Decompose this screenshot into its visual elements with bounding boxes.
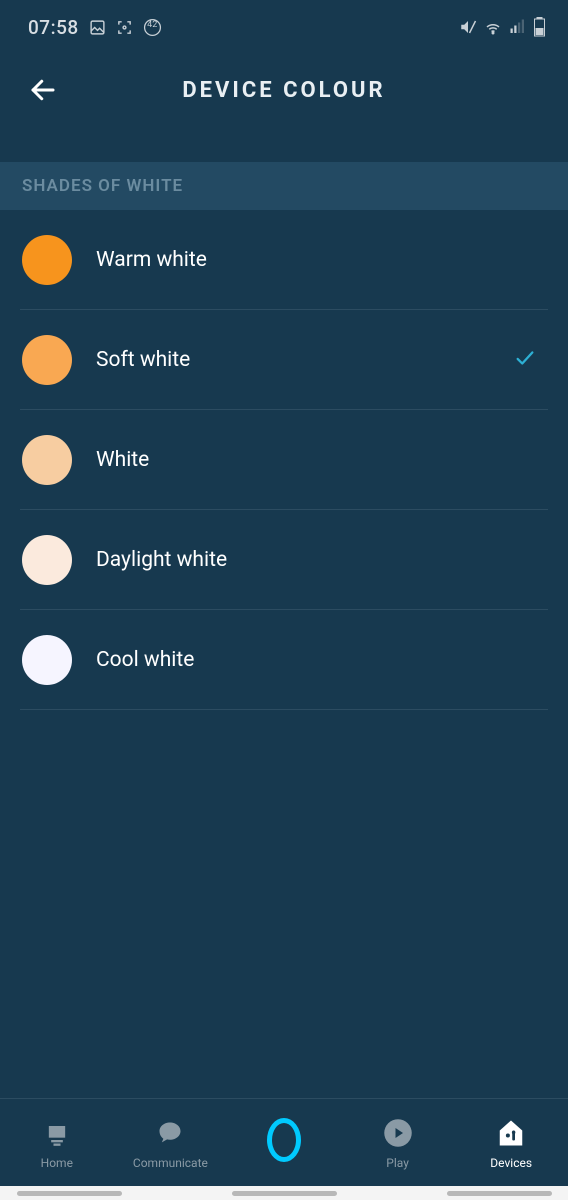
colour-swatch (22, 235, 72, 285)
nav-play[interactable]: Play (341, 1116, 455, 1170)
gesture-pill (232, 1191, 337, 1196)
chat-icon (153, 1116, 187, 1150)
colour-label: Soft white (96, 348, 190, 372)
colour-label: Cool white (96, 648, 194, 672)
section-header: SHADES OF WHITE (0, 162, 568, 210)
nav-communicate[interactable]: Communicate (114, 1116, 228, 1170)
colour-swatch (22, 535, 72, 585)
home-icon (40, 1116, 74, 1150)
mute-icon (459, 18, 477, 36)
bottom-nav: Home Communicate Play Devices (0, 1098, 568, 1186)
status-right (459, 17, 546, 37)
arrow-left-icon (28, 75, 58, 105)
check-icon (510, 347, 540, 373)
gesture-pill (17, 1191, 122, 1196)
fullscreen-icon (116, 19, 133, 36)
status-bar: 07:58 42 (0, 0, 568, 54)
nav-label: Devices (490, 1156, 532, 1170)
nav-devices[interactable]: Devices (454, 1116, 568, 1170)
colour-row[interactable]: White (20, 410, 548, 510)
colour-row[interactable]: Warm white (20, 210, 548, 310)
status-time: 07:58 (28, 16, 79, 39)
nav-label: Home (41, 1156, 73, 1170)
colour-row[interactable]: Soft white (20, 310, 548, 410)
colour-label: Warm white (96, 248, 207, 272)
back-button[interactable] (28, 70, 68, 110)
gesture-pill (447, 1191, 552, 1196)
nav-alexa[interactable] (227, 1123, 341, 1163)
colour-swatch (22, 335, 72, 385)
signal-icon (509, 18, 527, 36)
colour-swatch (22, 435, 72, 485)
gesture-bar (0, 1186, 568, 1200)
page-title: DEVICE COLOUR (0, 78, 568, 103)
nav-label: Play (386, 1156, 409, 1170)
colour-label: Daylight white (96, 548, 227, 572)
colour-row[interactable]: Cool white (20, 610, 548, 710)
colour-label: White (96, 448, 149, 472)
battery-icon (533, 17, 546, 37)
nav-home[interactable]: Home (0, 1116, 114, 1170)
nav-label: Communicate (133, 1156, 208, 1170)
badge-count: 42 (143, 20, 162, 30)
alexa-icon (267, 1123, 301, 1157)
badge-icon: 42 (143, 18, 162, 37)
colour-row[interactable]: Daylight white (20, 510, 548, 610)
picture-icon (89, 19, 106, 36)
status-left: 07:58 42 (28, 16, 162, 39)
play-icon (381, 1116, 415, 1150)
header: DEVICE COLOUR (0, 60, 568, 120)
colour-swatch (22, 635, 72, 685)
colour-list: Warm white Soft white White Daylight white C… (0, 210, 568, 710)
wifi-icon (483, 18, 503, 36)
devices-icon (494, 1116, 528, 1150)
